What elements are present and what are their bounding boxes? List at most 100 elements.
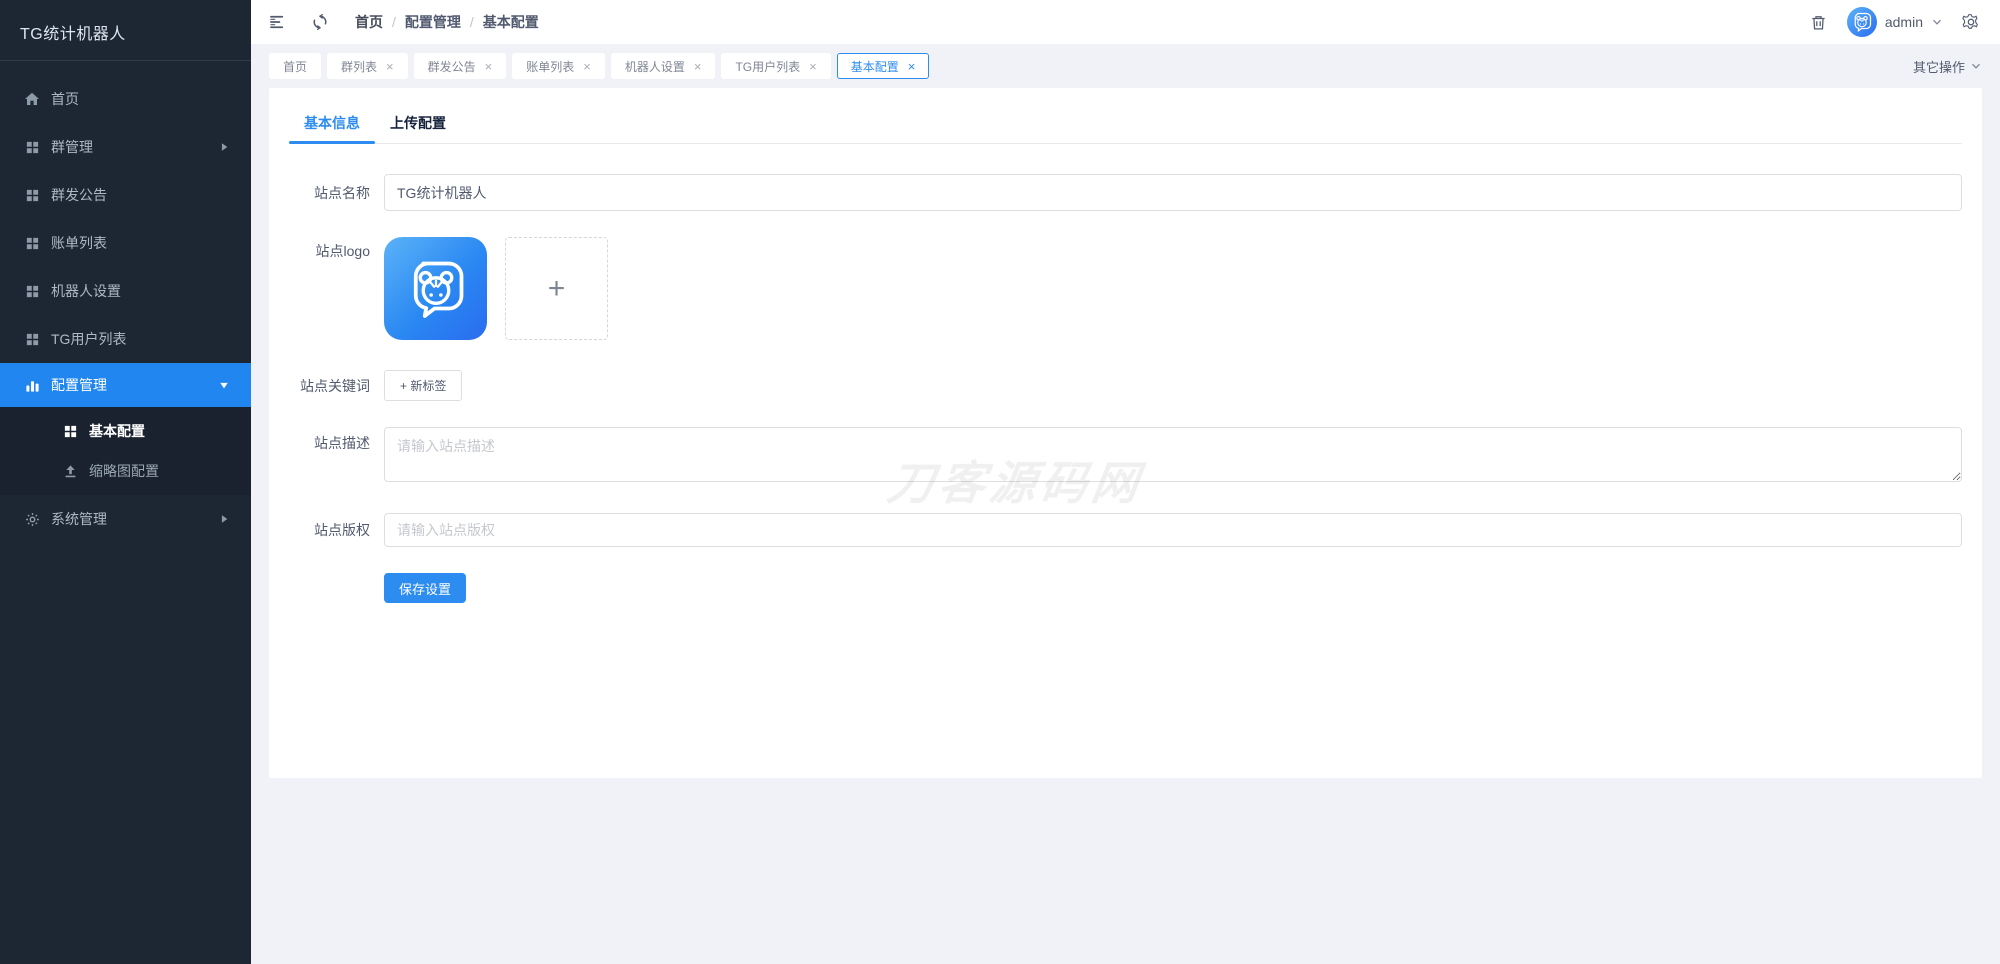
close-tab-icon[interactable]: × [583,60,591,73]
panel-tabs: 基本信息 上传配置 [289,104,1962,144]
sidebar-item-label: 系统管理 [51,509,107,529]
caret-right-icon [219,514,229,524]
topbar: 首页 / 配置管理 / 基本配置 [251,0,2000,44]
tab-group-announcement[interactable]: 群发公告 × [414,53,507,79]
avatar[interactable] [1847,7,1877,37]
sidebar-item-basic-config[interactable]: 基本配置 [0,411,251,451]
site-copyright-label: 站点版权 [289,520,384,540]
breadcrumb: 首页 / 配置管理 / 基本配置 [355,12,539,32]
save-settings-button[interactable]: 保存设置 [384,573,466,603]
tab-label: 群列表 [341,58,377,75]
tab-tg-user-list[interactable]: TG用户列表 × [721,53,830,79]
bar-chart-icon [24,377,40,393]
grid-icon [24,139,40,155]
site-logo-preview[interactable] [384,237,487,340]
refresh-icon[interactable] [307,9,333,35]
sidebar-item-home[interactable]: 首页 [0,75,251,123]
grid-icon [62,423,78,439]
site-description-input[interactable] [384,427,1962,482]
sidebar-item-label: 群发公告 [51,185,107,205]
tab-label: 群发公告 [428,58,476,75]
form-row-site-name: 站点名称 [289,174,1962,211]
tab-label: TG用户列表 [735,58,800,75]
site-keywords-label: 站点关键词 [289,376,384,396]
gear-icon[interactable] [1958,9,1984,35]
site-name-label: 站点名称 [289,183,384,203]
tab-label: 基本配置 [851,58,899,75]
sidebar-item-label: 基本配置 [89,421,145,441]
breadcrumb-separator: / [470,14,474,30]
site-name-input[interactable] [384,174,1962,211]
home-icon [24,91,40,107]
page-tabs-bar: 首页 群列表 × 群发公告 × 账单列表 × 机器人设置 × TG用户列表 × [251,44,2000,88]
sidebar-item-config-management[interactable]: 配置管理 [0,363,251,407]
breadcrumb-separator: / [392,14,396,30]
grid-icon [24,283,40,299]
app-title: TG统计机器人 [0,0,251,61]
close-tab-icon[interactable]: × [386,60,394,73]
breadcrumb-item-config[interactable]: 配置管理 [405,12,461,32]
sidebar-item-label: 首页 [51,89,79,109]
close-tab-icon[interactable]: × [694,60,702,73]
grid-icon [24,235,40,251]
close-tab-icon[interactable]: × [908,60,916,73]
upload-icon [62,463,78,479]
grid-icon [24,187,40,203]
sidebar-item-group-announcement[interactable]: 群发公告 [0,171,251,219]
more-actions-label: 其它操作 [1913,57,1965,76]
form-row-description: 站点描述 [289,427,1962,487]
collapse-menu-button[interactable] [265,9,291,35]
breadcrumb-item-basic: 基本配置 [483,12,539,32]
breadcrumb-item-home[interactable]: 首页 [355,12,383,32]
app-root: TG统计机器人 首页 群管理 群发 [0,0,2000,964]
plus-icon: + [548,274,566,304]
main-area: 首页 / 配置管理 / 基本配置 [251,0,2000,964]
form-row-copyright: 站点版权 [289,513,1962,547]
sidebar-submenu-config: 基本配置 缩略图配置 [0,407,251,495]
chevron-down-icon [1970,60,1982,72]
add-tag-button[interactable]: + 新标签 [384,370,462,401]
site-description-label: 站点描述 [289,427,384,453]
sidebar-item-label: TG用户列表 [51,329,126,349]
more-actions-dropdown[interactable]: 其它操作 [1913,57,1982,76]
close-tab-icon[interactable]: × [809,60,817,73]
gear-icon [24,511,40,527]
site-logo-label: 站点logo [289,237,384,261]
content-card: 基本信息 上传配置 站点名称 站点logo [269,88,1982,778]
site-copyright-input[interactable] [384,513,1962,547]
basic-config-form: 站点名称 站点logo [289,174,1962,603]
sidebar-item-label: 机器人设置 [51,281,121,301]
close-tab-icon[interactable]: × [485,60,493,73]
tab-basic-info[interactable]: 基本信息 [289,104,375,143]
tab-home[interactable]: 首页 [269,53,321,79]
tab-basic-config[interactable]: 基本配置 × [837,53,930,79]
sidebar-item-tg-user-list[interactable]: TG用户列表 [0,315,251,363]
sidebar: TG统计机器人 首页 群管理 群发 [0,0,251,964]
sidebar-item-thumbnail-config[interactable]: 缩略图配置 [0,451,251,491]
logo-upload-button[interactable]: + [505,237,608,340]
tab-label: 账单列表 [526,58,574,75]
tab-upload-config[interactable]: 上传配置 [375,104,461,143]
caret-right-icon [219,142,229,152]
tab-label: 机器人设置 [625,58,685,75]
tab-label: 首页 [283,58,307,75]
username[interactable]: admin [1885,14,1923,30]
trash-icon[interactable] [1806,9,1832,35]
sidebar-item-group-management[interactable]: 群管理 [0,123,251,171]
form-row-keywords: 站点关键词 + 新标签 [289,370,1962,401]
tab-robot-settings[interactable]: 机器人设置 × [611,53,716,79]
tab-group-list[interactable]: 群列表 × [327,53,408,79]
form-row-save: 保存设置 [289,573,1962,603]
grid-icon [24,331,40,347]
sidebar-item-bill-list[interactable]: 账单列表 [0,219,251,267]
sidebar-menu: 首页 群管理 群发公告 账单列 [0,75,251,543]
chevron-down-icon [1931,16,1943,28]
form-row-site-logo: 站点logo [289,237,1962,340]
tab-bill-list[interactable]: 账单列表 × [512,53,605,79]
sidebar-item-label: 群管理 [51,137,93,157]
sidebar-item-robot-settings[interactable]: 机器人设置 [0,267,251,315]
caret-down-icon [219,380,229,390]
user-menu[interactable]: admin [1847,7,1943,37]
sidebar-item-label: 配置管理 [51,375,107,395]
sidebar-item-system-management[interactable]: 系统管理 [0,495,251,543]
